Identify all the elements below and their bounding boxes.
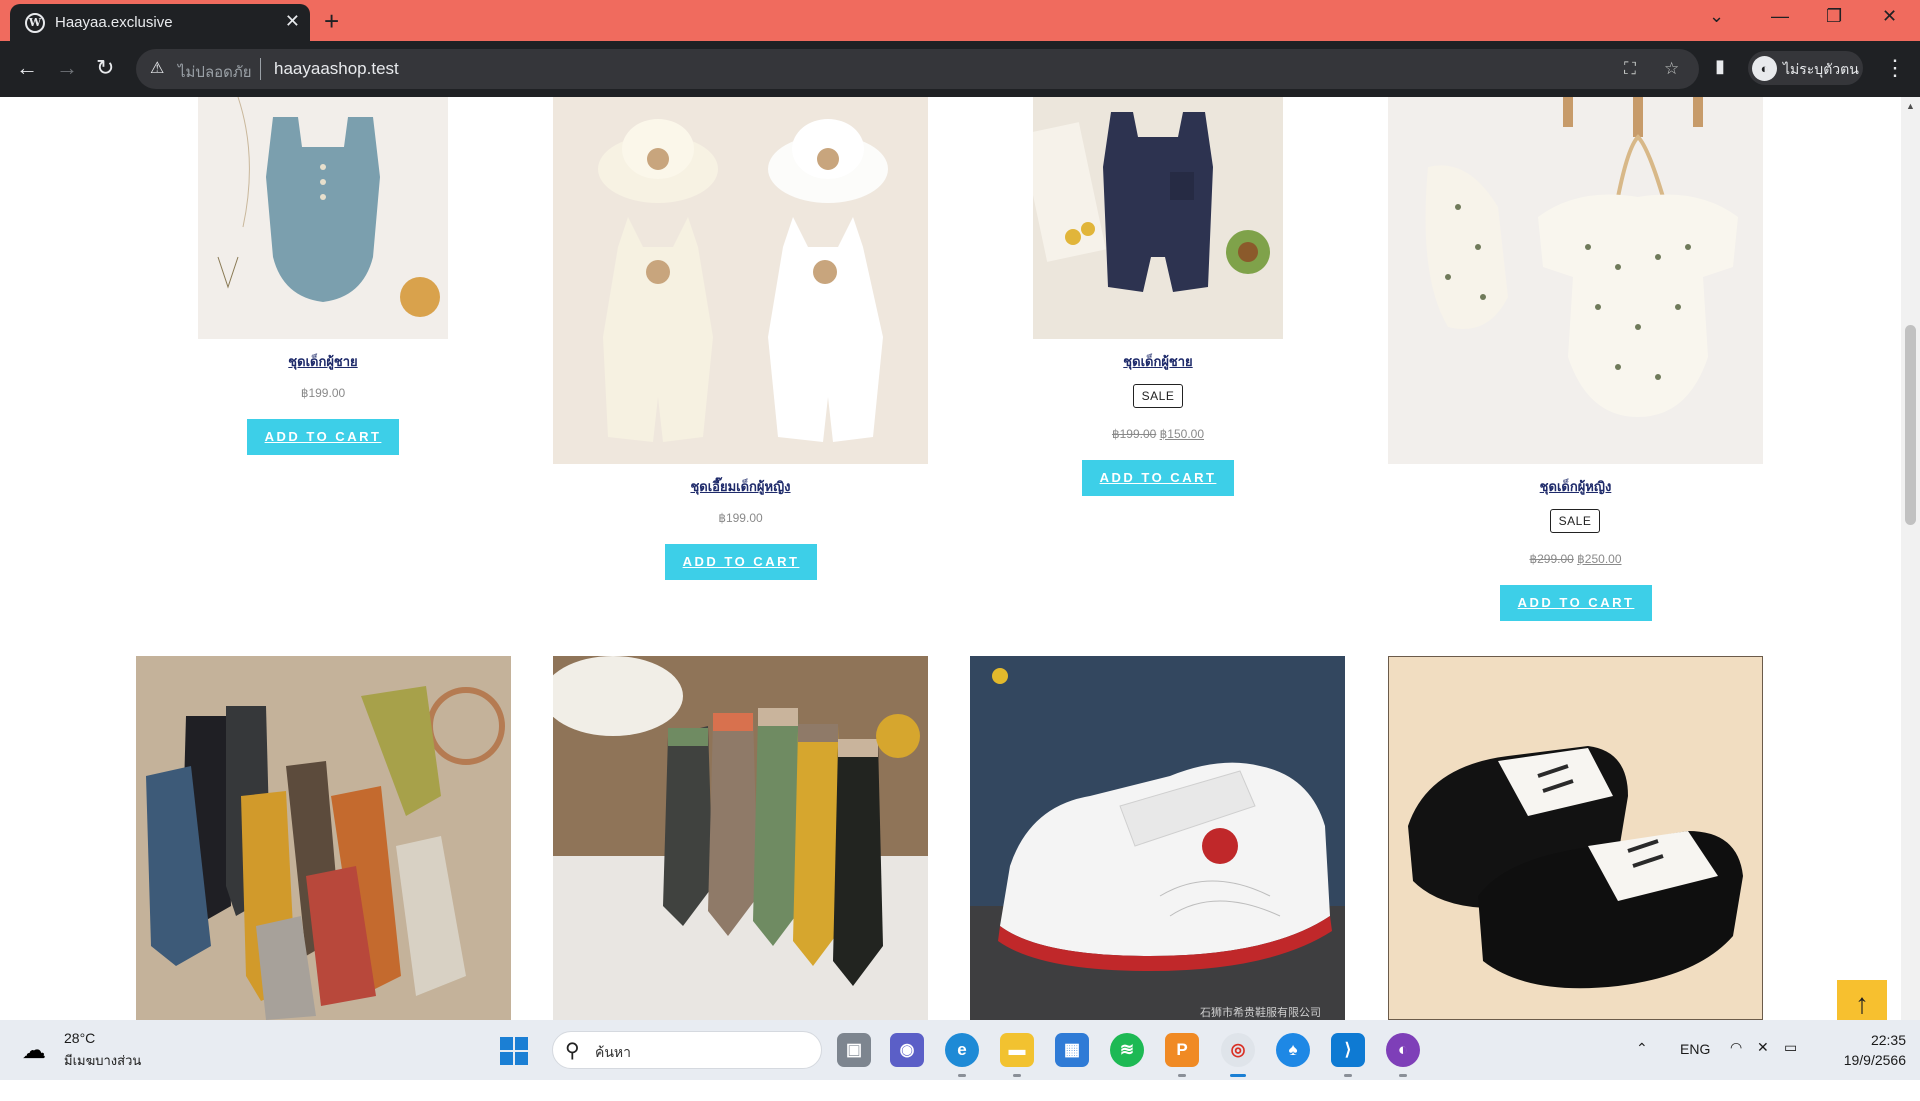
edge-browser-icon[interactable]: e <box>945 1033 979 1067</box>
product-name[interactable]: ชุดเอี๊ยมเด็กผู้หญิง <box>553 476 928 497</box>
elephant-app-icon[interactable]: ♠ <box>1276 1033 1310 1067</box>
product-name[interactable]: ชุดเด็กผู้หญิง <box>1388 476 1763 497</box>
tab-title: Haayaa.exclusive <box>55 14 173 31</box>
profile-label: ไม่ระบุตัวตน <box>1783 61 1859 77</box>
product-image-colorful-socks[interactable] <box>136 656 511 1020</box>
browser-tab-strip: W Haayaa.exclusive ✕ + ⌄ — ❐ ✕ <box>0 0 1920 41</box>
add-to-cart-button[interactable]: ADD TO CART <box>665 544 817 580</box>
tab-close-icon[interactable]: ✕ <box>285 11 300 32</box>
product-image-blue-romper[interactable] <box>198 97 448 339</box>
product-image-black-white-oxfords[interactable] <box>1388 656 1763 1020</box>
close-window-icon[interactable]: ✕ <box>1882 6 1897 27</box>
back-icon[interactable]: ← <box>16 55 38 81</box>
old-price: ฿299.00 <box>1529 552 1574 566</box>
running-indicator <box>1344 1074 1352 1077</box>
system-clock[interactable]: 22:35 19/9/2566 <box>1826 1030 1906 1070</box>
clock-time: 22:35 <box>1870 1032 1906 1048</box>
insecure-label[interactable]: ไม่ปลอดภัย <box>178 60 252 84</box>
url-text[interactable]: haayaashop.test <box>274 59 399 79</box>
search-icon: ⚲ <box>565 1040 580 1062</box>
browser-tab[interactable]: W Haayaa.exclusive ✕ <box>10 4 310 41</box>
wifi-icon[interactable]: ◠ <box>1730 1039 1742 1099</box>
browser-toolbar: ← → ↻ ⚠ ไม่ปลอดภัย haayaashop.test ⛶ ☆ ▮… <box>0 41 1920 97</box>
product-price: ฿199.00 <box>300 386 346 400</box>
taskbar: ☁ 28°C มีเมฆบางส่วน ⚲ ค้นหา ▣ ◉ e ▬ ▦ ≋ … <box>0 1020 1920 1080</box>
product-image-ribbed-socks[interactable] <box>553 656 928 1020</box>
search-placeholder: ค้นหา <box>595 1044 632 1060</box>
show-hidden-icons-chevron-icon[interactable]: ⌃ <box>1636 1040 1648 1100</box>
translate-icon[interactable]: ⛶ <box>1624 59 1636 79</box>
add-to-cart-button[interactable]: ADD TO CART <box>247 419 399 455</box>
sale-price: ฿250.00 <box>1577 552 1622 566</box>
forward-icon[interactable]: → <box>56 55 78 81</box>
running-indicator <box>1178 1074 1186 1077</box>
page-viewport: ชุดเด็กผู้ชาย ฿199.00 ADD TO CART ชุดเอี… <box>0 97 1901 1020</box>
warning-icon[interactable]: ⚠ <box>150 58 164 78</box>
partly-cloudy-night-icon: ☁ <box>22 1037 46 1064</box>
running-indicator <box>1399 1074 1407 1077</box>
running-indicator <box>1013 1074 1021 1077</box>
sneaker-image-caption: 石狮市希贵鞋服有限公司 <box>1200 1005 1321 1019</box>
task-view-icon[interactable]: ▣ <box>837 1033 871 1067</box>
github-desktop-icon[interactable]: ◐ <box>1386 1033 1420 1067</box>
weather-description: มีเมฆบางส่วน <box>64 1053 142 1068</box>
address-bar[interactable]: ⚠ ไม่ปลอดภัย haayaashop.test ⛶ ☆ <box>136 49 1699 89</box>
bookmark-star-icon[interactable]: ☆ <box>1664 59 1679 79</box>
restore-icon[interactable]: ❐ <box>1826 6 1842 27</box>
product-image-spider-sneaker[interactable]: 石狮市希贵鞋服有限公司 <box>970 656 1345 1020</box>
active-indicator <box>1230 1074 1246 1077</box>
product-name[interactable]: ชุดเด็กผู้ชาย <box>198 351 448 372</box>
spotify-icon[interactable]: ≋ <box>1110 1033 1144 1067</box>
old-price: ฿199.00 <box>1111 427 1157 441</box>
sale-badge: SALE <box>1133 384 1183 408</box>
side-panel-icon[interactable]: ▮ <box>1715 56 1725 77</box>
product-image-white-bear-overalls[interactable] <box>553 97 928 464</box>
windows-start-icon[interactable] <box>500 1037 528 1065</box>
incognito-icon: ◐ <box>1752 56 1777 81</box>
add-to-cart-button[interactable]: ADD TO CART <box>1082 460 1234 496</box>
incognito-profile-button[interactable]: ◐ ไม่ระบุตัวตน <box>1748 51 1863 85</box>
volume-muted-icon[interactable]: ✕ <box>1757 1039 1769 1099</box>
product-price: ฿299.00 ฿250.00 <box>1388 552 1763 566</box>
page-scrollbar[interactable]: ▲ <box>1901 97 1920 1020</box>
battery-icon[interactable]: ▭ <box>1784 1039 1797 1099</box>
product-image-floral-romper[interactable] <box>1388 97 1763 464</box>
address-separator <box>260 58 261 80</box>
tab-search-chevron-icon[interactable]: ⌄ <box>1709 6 1724 27</box>
scroll-up-arrow-icon[interactable]: ▲ <box>1906 101 1915 111</box>
taskbar-search[interactable]: ⚲ ค้นหา <box>552 1031 822 1069</box>
sale-badge: SALE <box>1550 509 1600 533</box>
input-language[interactable]: ENG <box>1680 1041 1710 1101</box>
product-image-navy-romper[interactable] <box>1033 97 1283 339</box>
product-price: ฿199.00 ฿150.00 <box>1033 427 1283 441</box>
reload-icon[interactable]: ↻ <box>96 55 114 81</box>
minimize-icon[interactable]: — <box>1771 6 1789 27</box>
scrollbar-thumb[interactable] <box>1905 325 1916 525</box>
clock-date: 19/9/2566 <box>1843 1052 1906 1068</box>
product-price: ฿199.00 <box>718 511 763 525</box>
file-explorer-icon[interactable]: ▬ <box>1000 1033 1034 1067</box>
add-to-cart-button[interactable]: ADD TO CART <box>1500 585 1652 621</box>
weather-temperature: 28°C <box>64 1030 96 1046</box>
chrome-icon[interactable]: ◎ <box>1221 1033 1255 1067</box>
vscode-icon[interactable]: ⟩ <box>1331 1033 1365 1067</box>
menu-kebab-icon[interactable]: ⋮ <box>1884 55 1906 81</box>
wordpress-favicon-icon: W <box>25 13 45 33</box>
running-indicator <box>958 1074 966 1077</box>
microsoft-store-icon[interactable]: ▦ <box>1055 1033 1089 1067</box>
teams-chat-icon[interactable]: ◉ <box>890 1033 924 1067</box>
sale-price: ฿150.00 <box>1159 427 1205 441</box>
pdf-app-icon[interactable]: P <box>1165 1033 1199 1067</box>
product-name[interactable]: ชุดเด็กผู้ชาย <box>1033 351 1283 372</box>
new-tab-button[interactable]: + <box>324 6 339 37</box>
scroll-to-top-button[interactable]: ↑ <box>1837 980 1887 1020</box>
